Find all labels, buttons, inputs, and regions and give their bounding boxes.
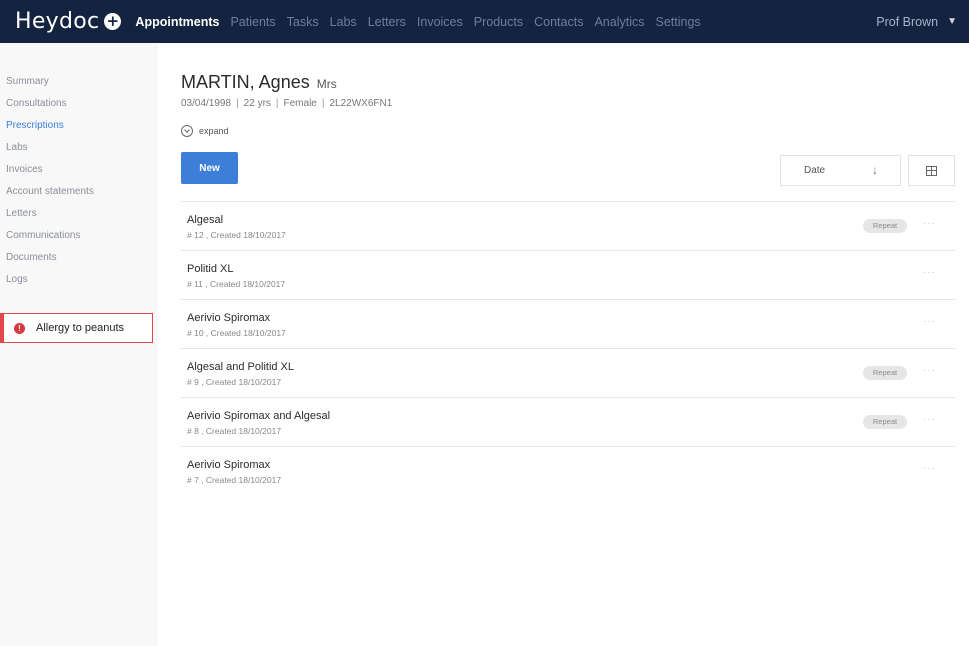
sort-select[interactable]: Date ↓ <box>780 155 901 186</box>
caret-down-icon: ▼ <box>947 16 957 27</box>
patient-title: Mrs <box>316 77 337 91</box>
grid-icon <box>926 165 937 176</box>
nav-invoices[interactable]: Invoices <box>417 15 463 29</box>
nav-products[interactable]: Products <box>474 15 523 29</box>
sort-label: Date <box>804 165 826 176</box>
nav-contacts[interactable]: Contacts <box>534 15 583 29</box>
patient-age: 22 yrs <box>243 98 271 109</box>
list-item[interactable]: Aerivio Spiromax and Algesal # 8 , Creat… <box>181 397 955 446</box>
separator: | <box>321 98 325 109</box>
prescription-meta: # 12 , Created 18/10/2017 <box>187 230 286 240</box>
user-name: Prof Brown <box>876 14 939 29</box>
separator: | <box>236 98 239 109</box>
list-item[interactable]: Algesal # 12 , Created 18/10/2017 Repeat… <box>181 201 955 250</box>
sidebar-item-documents[interactable]: Documents <box>6 247 94 269</box>
patient-name: MARTIN, Agnes Mrs <box>181 72 337 93</box>
allergy-label: Allergy to peanuts <box>36 322 125 334</box>
main-nav: Appointments Patients Tasks Labs Letters… <box>135 15 711 29</box>
more-options-icon[interactable]: ··· <box>923 218 936 229</box>
patient-nhs-number: 2L22WX6FN1 <box>329 98 393 109</box>
more-options-icon[interactable]: ··· <box>923 267 936 278</box>
more-options-icon[interactable]: ··· <box>923 365 936 376</box>
nav-letters[interactable]: Letters <box>368 15 406 29</box>
expand-toggle[interactable]: expand <box>181 125 229 137</box>
nav-tasks[interactable]: Tasks <box>287 15 319 29</box>
patient-details: 03/04/1998 | 22 yrs | Female | 2L22WX6FN1 <box>181 98 392 109</box>
list-item[interactable]: Algesal and Politid XL # 9 , Created 18/… <box>181 348 955 397</box>
sidebar-item-logs[interactable]: Logs <box>6 269 94 291</box>
sidebar-item-labs[interactable]: Labs <box>6 137 94 159</box>
sidebar-item-account-statements[interactable]: Account statements <box>6 181 94 203</box>
repeat-badge: Repeat <box>863 366 907 380</box>
sidebar: Summary Consultations Prescriptions Labs… <box>0 43 158 646</box>
plus-icon[interactable]: + <box>104 13 122 30</box>
more-options-icon[interactable]: ··· <box>923 463 936 474</box>
patient-dob: 03/04/1998 <box>181 98 232 109</box>
heydoc-logo[interactable]: Heydoc + <box>15 9 122 34</box>
sidebar-item-summary[interactable]: Summary <box>6 71 94 93</box>
prescription-name: Aerivio Spiromax <box>187 312 271 324</box>
prescription-name: Aerivio Spiromax and Algesal <box>187 410 331 422</box>
list-item[interactable]: Aerivio Spiromax # 10 , Created 18/10/20… <box>181 299 955 348</box>
prescription-meta: # 10 , Created 18/10/2017 <box>187 328 286 338</box>
patient-sex: Female <box>283 98 317 109</box>
alert-icon: ! <box>14 322 25 334</box>
list-item[interactable]: Aerivio Spiromax # 7 , Created 18/10/201… <box>181 446 955 495</box>
more-options-icon[interactable]: ··· <box>923 316 936 327</box>
chevron-down-circle-icon <box>181 125 193 137</box>
sidebar-item-consultations[interactable]: Consultations <box>6 93 94 115</box>
list-item[interactable]: Politid XL # 11 , Created 18/10/2017 ··· <box>181 250 955 299</box>
sidebar-item-prescriptions[interactable]: Prescriptions <box>6 115 94 137</box>
repeat-badge: Repeat <box>863 219 907 233</box>
grid-view-button[interactable] <box>908 155 955 186</box>
arrow-down-icon: ↓ <box>872 163 878 177</box>
separator: | <box>275 98 279 109</box>
nav-patients[interactable]: Patients <box>230 15 275 29</box>
allergy-alert[interactable]: ! Allergy to peanuts <box>0 313 153 343</box>
prescription-meta: # 11 , Created 18/10/2017 <box>187 279 286 289</box>
repeat-badge: Repeat <box>863 415 907 429</box>
prescription-list: Algesal # 12 , Created 18/10/2017 Repeat… <box>181 201 955 495</box>
prescription-name: Algesal and Politid XL <box>187 361 295 373</box>
prescription-meta: # 8 , Created 18/10/2017 <box>187 426 282 436</box>
nav-labs[interactable]: Labs <box>330 15 357 29</box>
prescription-meta: # 9 , Created 18/10/2017 <box>187 377 282 387</box>
logo-text: Heydoc <box>15 9 100 34</box>
nav-settings[interactable]: Settings <box>655 15 700 29</box>
prescription-name: Politid XL <box>187 263 234 275</box>
prescription-name: Aerivio Spiromax <box>187 459 271 471</box>
prescription-name: Algesal <box>187 214 224 226</box>
patient-name-text: MARTIN, Agnes <box>181 72 310 92</box>
expand-label: expand <box>199 126 229 136</box>
user-menu[interactable]: Prof Brown ▼ <box>876 0 957 43</box>
nav-appointments[interactable]: Appointments <box>135 15 219 29</box>
more-options-icon[interactable]: ··· <box>923 414 936 425</box>
sidebar-item-communications[interactable]: Communications <box>6 225 94 247</box>
top-navbar: Heydoc + Appointments Patients Tasks Lab… <box>0 0 969 43</box>
new-prescription-button[interactable]: New <box>181 152 238 184</box>
prescription-meta: # 7 , Created 18/10/2017 <box>187 475 282 485</box>
nav-analytics[interactable]: Analytics <box>594 15 644 29</box>
sidebar-menu: Summary Consultations Prescriptions Labs… <box>6 71 94 291</box>
sidebar-item-invoices[interactable]: Invoices <box>6 159 94 181</box>
sidebar-item-letters[interactable]: Letters <box>6 203 94 225</box>
